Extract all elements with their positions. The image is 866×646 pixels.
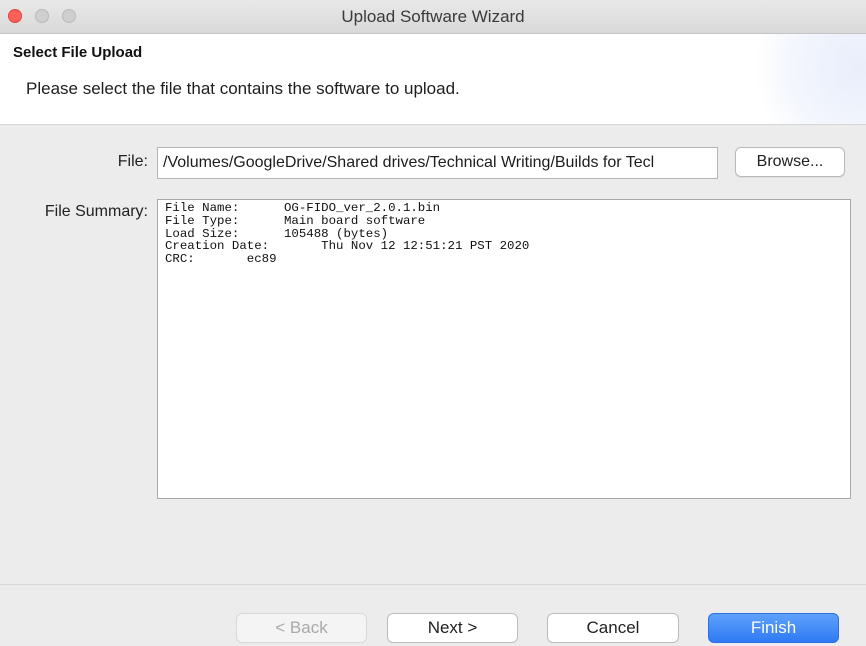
file-summary-text-area[interactable]: File Name: OG-FIDO_ver_2.0.1.bin File Ty… [157,199,851,499]
summary-line-file-name: File Name: OG-FIDO_ver_2.0.1.bin [165,201,441,215]
file-label: File: [117,153,148,170]
file-summary-label: File Summary: [44,203,148,220]
wizard-header: Select File Upload Please select the fil… [0,34,866,125]
header-decoration-graphic [746,34,866,124]
finish-button[interactable]: Finish [708,613,839,643]
window-title: Upload Software Wizard [341,7,525,26]
wizard-content: File: Browse... File Summary: File Name:… [0,125,866,585]
browse-button[interactable]: Browse... [735,147,845,177]
page-title: Select File Upload [13,44,143,61]
back-button[interactable]: < Back [236,613,367,643]
file-path-input[interactable] [157,147,718,179]
wizard-footer: < Back Next > Cancel Finish [0,584,866,646]
cancel-button[interactable]: Cancel [547,613,679,643]
summary-line-crc: CRC: ec89 [165,252,277,267]
title-bar[interactable]: Upload Software Wizard [0,0,866,34]
summary-line-file-type: File Type: Main board software [165,213,426,228]
page-description: Please select the file that contains the… [26,79,460,98]
upload-software-wizard-window: Upload Software Wizard Select File Uploa… [0,0,866,646]
next-button[interactable]: Next > [387,613,518,643]
